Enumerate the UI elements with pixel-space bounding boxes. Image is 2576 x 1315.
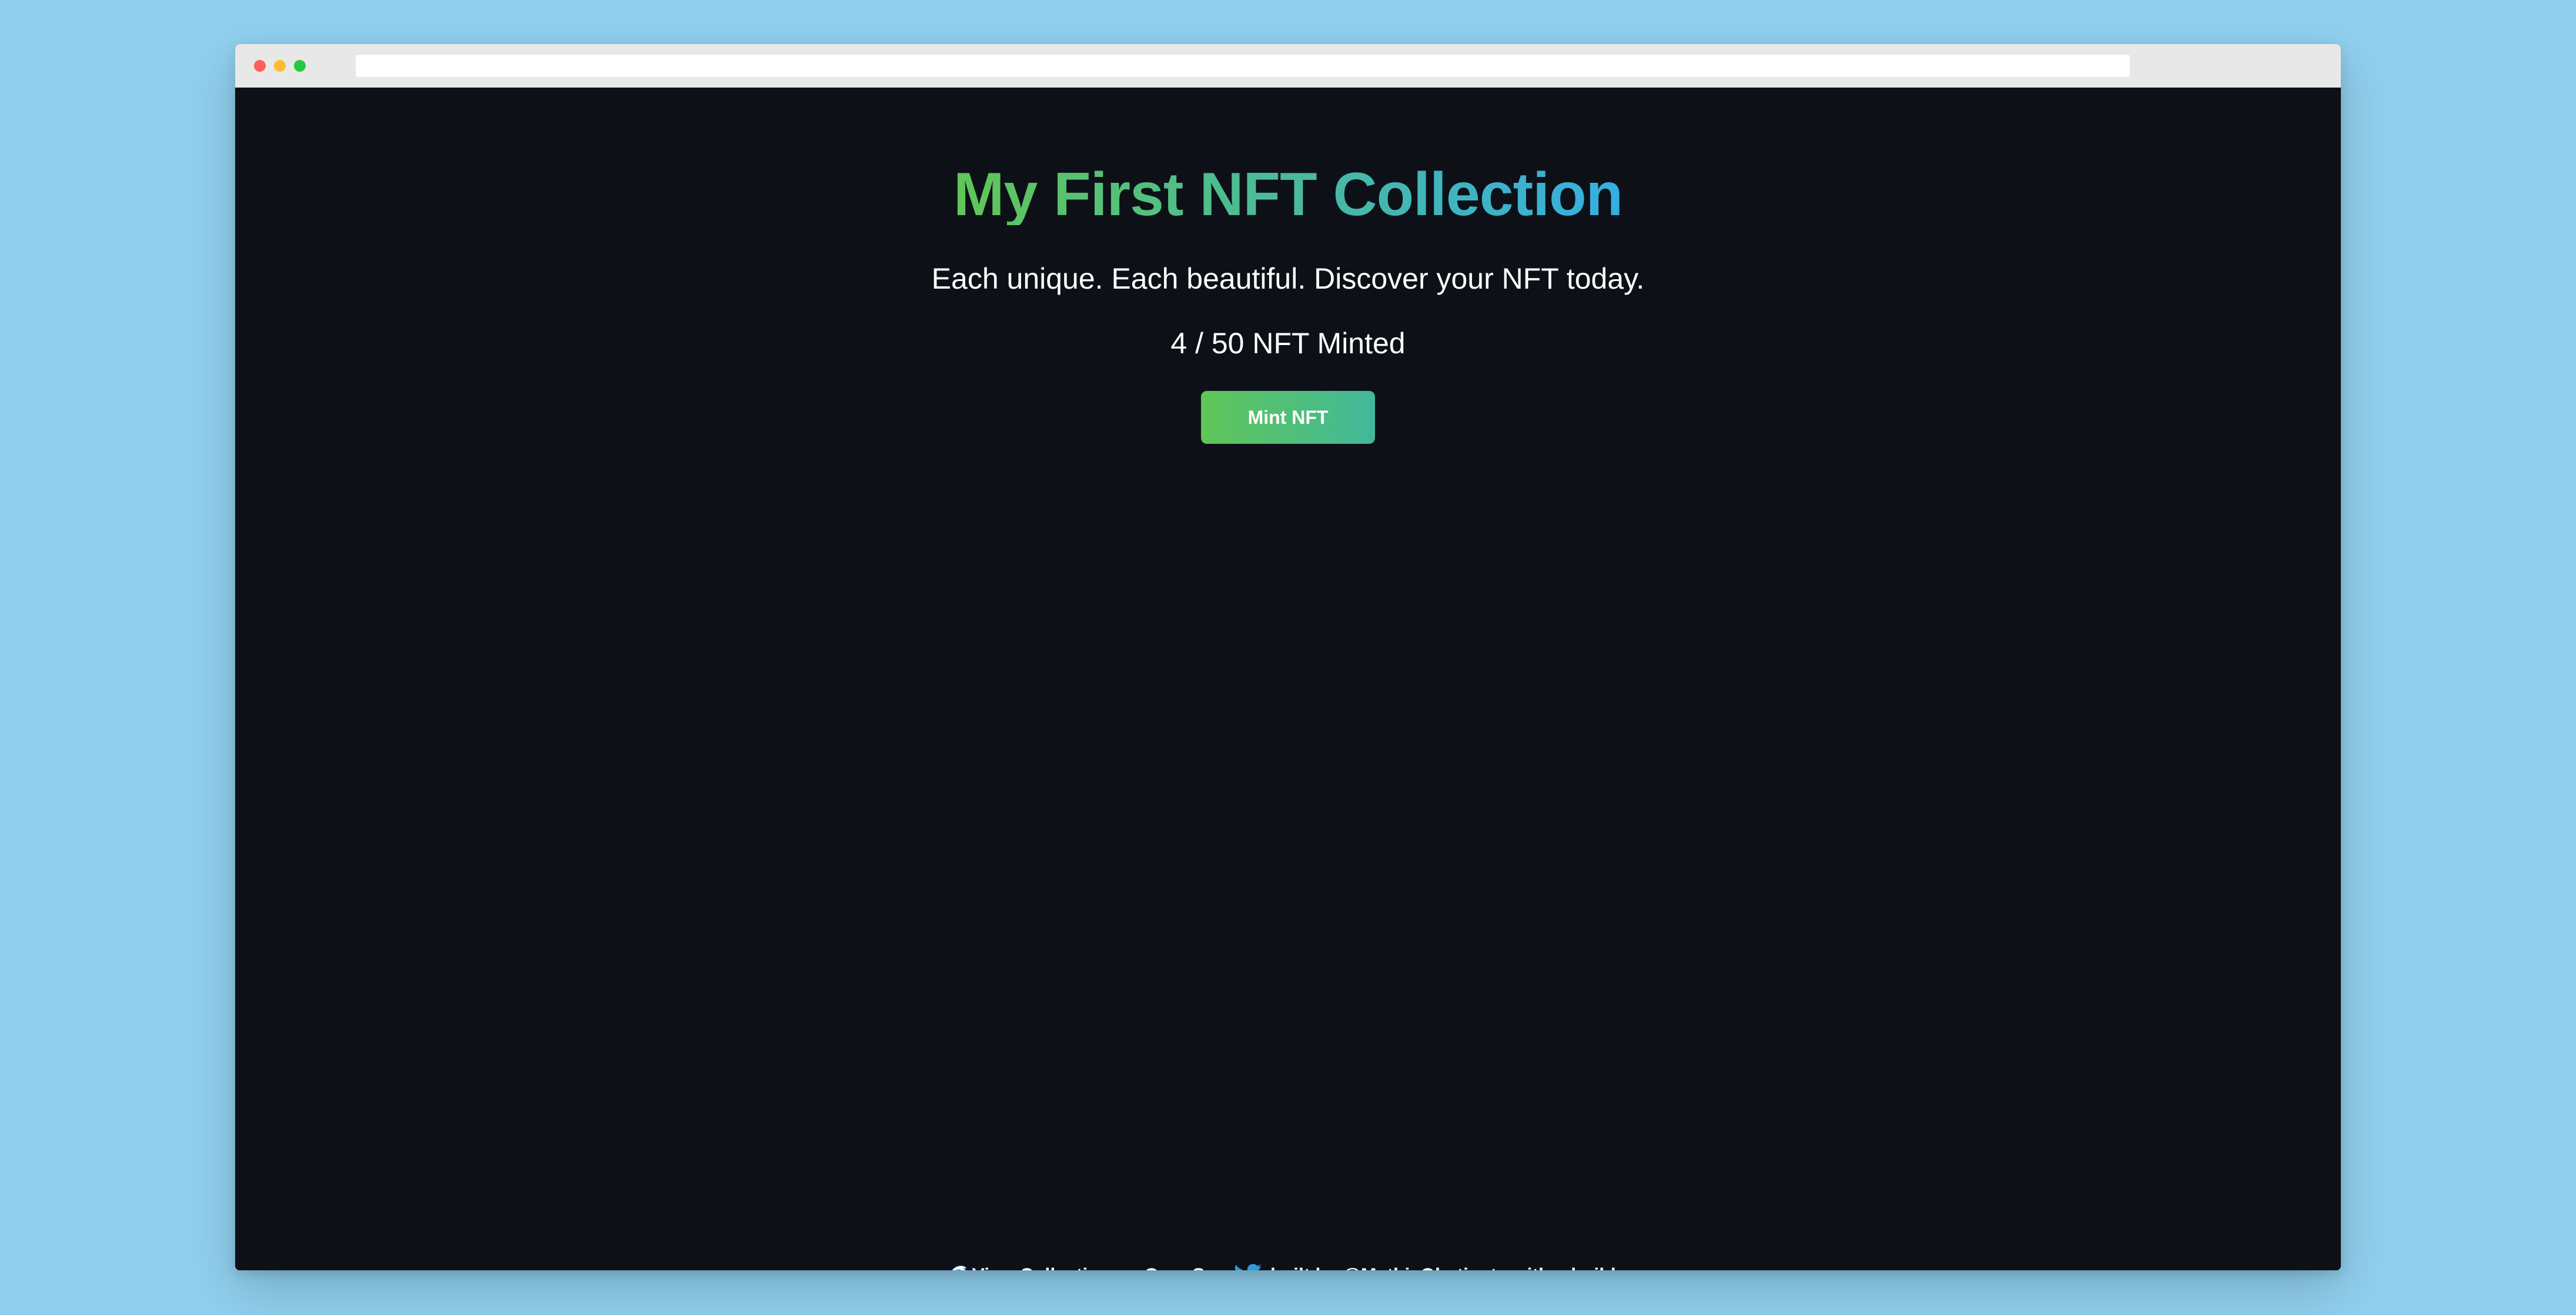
footer: 🌊View Collection on OpenSea built by @Ma… [235,1243,2341,1270]
built-by-link[interactable]: built by @MathisObstinate with _buildspa… [1270,1264,1669,1270]
mint-nft-button[interactable]: Mint NFT [1201,391,1375,444]
page-title: My First NFT Collection [235,164,2341,225]
page-title-text: My First NFT Collection [953,160,1623,229]
minted-count: 4 / 50 NFT Minted [1170,327,1406,360]
address-bar[interactable] [356,55,2130,77]
page-subtitle: Each unique. Each beautiful. Discover yo… [931,262,1645,295]
minimize-window-button[interactable] [274,60,286,72]
app-container: My First NFT Collection Each unique. Eac… [235,88,2341,1270]
twitter-bird-icon [1234,1263,1262,1270]
browser-window: My First NFT Collection Each unique. Eac… [235,44,2341,1270]
opensea-link[interactable]: 🌊View Collection on OpenSea [907,1243,1226,1270]
opensea-link-label: View Collection on OpenSea [972,1264,1226,1270]
close-window-button[interactable] [254,60,266,72]
browser-titlebar [235,44,2341,88]
wave-icon: 🌊 [949,1264,972,1270]
maximize-window-button[interactable] [294,60,306,72]
